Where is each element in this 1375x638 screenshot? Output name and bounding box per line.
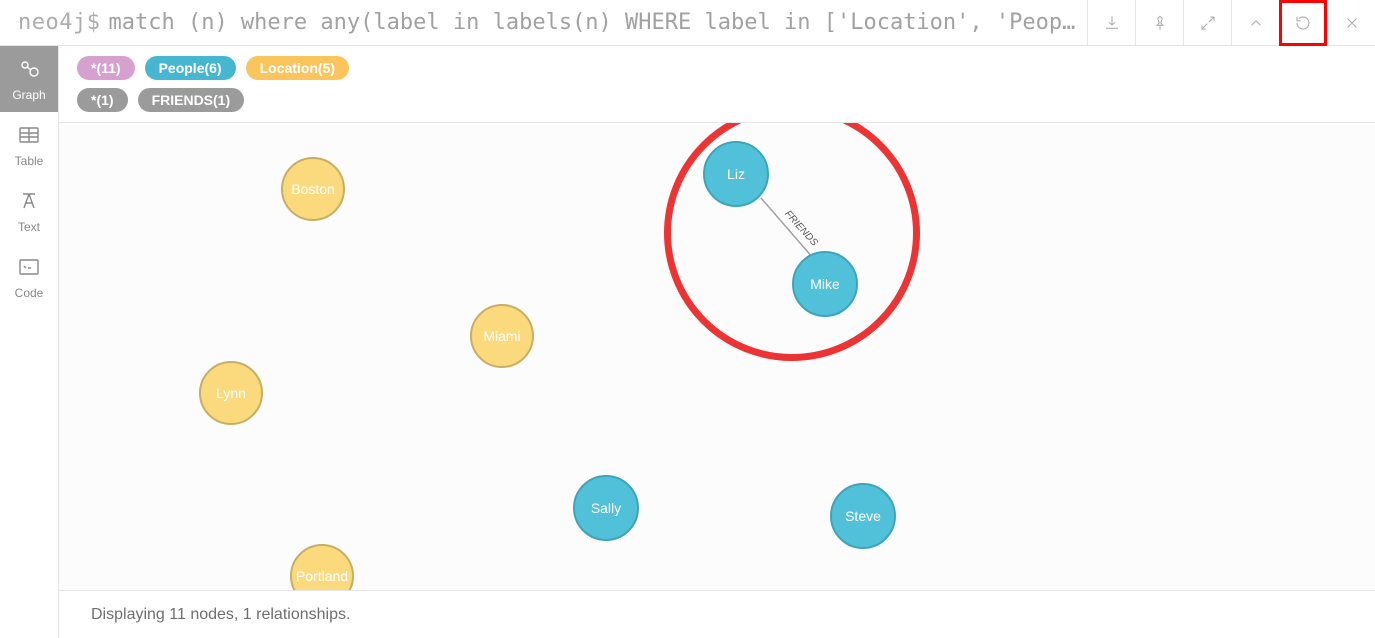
graph-node-liz[interactable]: Liz — [703, 141, 769, 207]
pill-people[interactable]: People(6) — [145, 56, 236, 80]
prompt: neo4j$ — [18, 10, 100, 35]
status-text: Displaying 11 nodes, 1 relationships. — [91, 606, 350, 624]
close-button[interactable] — [1327, 0, 1375, 46]
view-tab-label: Code — [15, 286, 44, 300]
table-icon — [17, 123, 41, 150]
graph-node-steve[interactable]: Steve — [830, 483, 896, 549]
view-tab-label: Graph — [12, 88, 45, 102]
rerun-button[interactable] — [1279, 0, 1327, 46]
graph-canvas[interactable]: FRIENDS Boston Miami Lynn Portland Liz M… — [59, 123, 1375, 590]
graph-node-mike[interactable]: Mike — [792, 251, 858, 317]
pill-all-nodes[interactable]: *(11) — [77, 56, 135, 80]
code-icon — [17, 255, 41, 282]
view-tab-label: Table — [15, 154, 44, 168]
annotation-circle — [664, 123, 920, 361]
view-tab-label: Text — [18, 220, 40, 234]
download-button[interactable] — [1087, 0, 1135, 46]
graph-node-miami[interactable]: Miami — [470, 304, 534, 368]
graph-node-lynn[interactable]: Lynn — [199, 361, 263, 425]
legend-area: *(11) People(6) Location(5) *(1) FRIENDS… — [59, 46, 1375, 123]
pill-location[interactable]: Location(5) — [246, 56, 349, 80]
view-tab-code[interactable]: Code — [0, 244, 58, 310]
view-sidebar: Graph Table Text Code — [0, 46, 59, 638]
top-actions — [1087, 0, 1375, 45]
graph-icon — [17, 57, 41, 84]
status-bar: Displaying 11 nodes, 1 relationships. — [59, 590, 1375, 638]
pill-friends[interactable]: FRIENDS(1) — [138, 88, 245, 112]
node-label-row: *(11) People(6) Location(5) — [77, 56, 1357, 80]
graph-node-boston[interactable]: Boston — [281, 157, 345, 221]
expand-button[interactable] — [1183, 0, 1231, 46]
graph-node-portland[interactable]: Portland — [290, 544, 354, 590]
relationship-label: FRIENDS — [782, 209, 820, 249]
view-tab-text[interactable]: Text — [0, 178, 58, 244]
text-icon — [17, 189, 41, 216]
rel-label-row: *(1) FRIENDS(1) — [77, 88, 1357, 112]
view-tab-table[interactable]: Table — [0, 112, 58, 178]
query-bar: neo4j$ match (n) where any(label in labe… — [0, 0, 1375, 46]
pin-button[interactable] — [1135, 0, 1183, 46]
graph-node-sally[interactable]: Sally — [573, 475, 639, 541]
pill-all-rels[interactable]: *(1) — [77, 88, 128, 112]
view-tab-graph[interactable]: Graph — [0, 46, 58, 112]
collapse-up-button[interactable] — [1231, 0, 1279, 46]
query-text[interactable]: match (n) where any(label in labels(n) W… — [108, 10, 1087, 35]
